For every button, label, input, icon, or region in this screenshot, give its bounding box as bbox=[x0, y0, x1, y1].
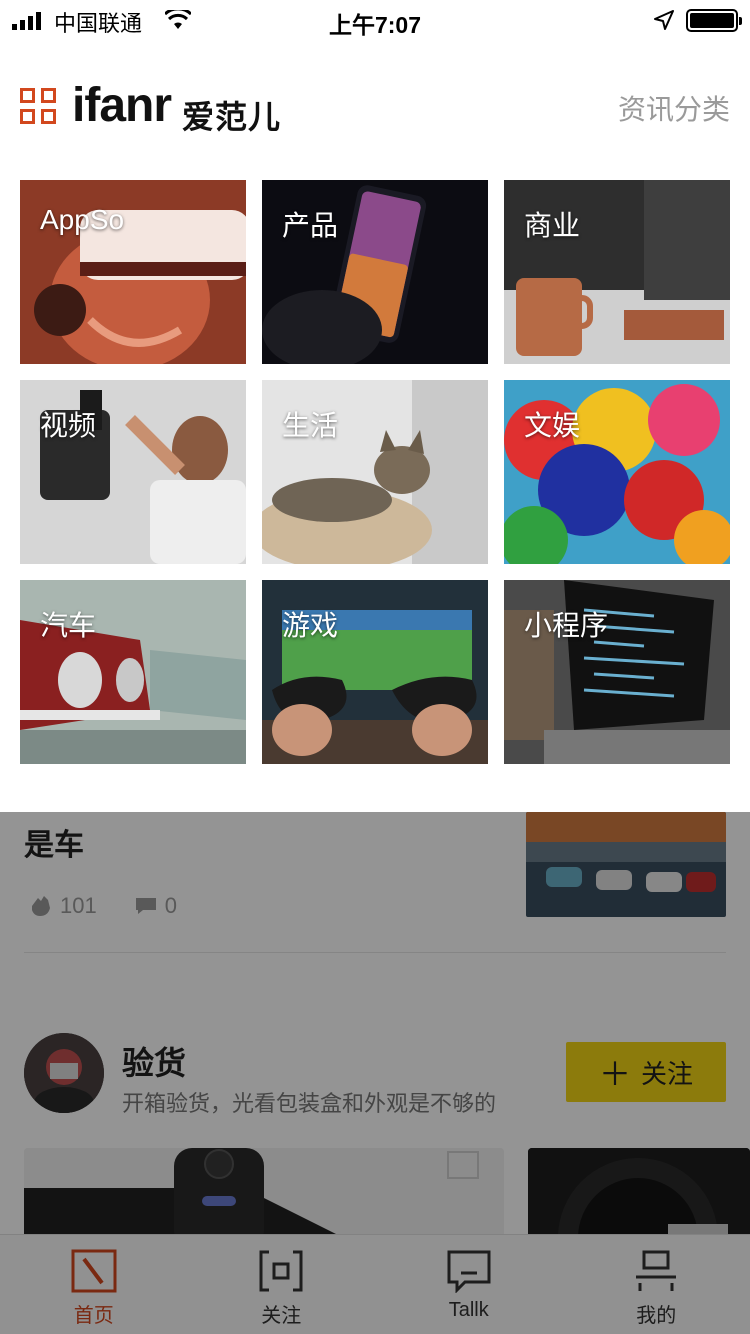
category-tile-appso[interactable]: AppSo bbox=[20, 180, 246, 364]
clock: 上午7:07 bbox=[328, 12, 422, 38]
logo-wordmark: ifanr bbox=[72, 79, 172, 132]
tile-label: 文娱 bbox=[524, 410, 581, 441]
tile-label: 商业 bbox=[524, 210, 581, 241]
status-bar: 中国联通 上午7:07 bbox=[0, 0, 750, 40]
tile-label: 视频 bbox=[40, 410, 97, 441]
tile-label: 生活 bbox=[282, 410, 339, 441]
category-tile-auto[interactable]: 汽车 bbox=[20, 580, 246, 764]
category-tile-miniprogram[interactable]: 小程序 bbox=[504, 580, 730, 764]
category-tile-entertainment[interactable]: 文娱 bbox=[504, 380, 730, 564]
category-tile-product[interactable]: 产品 bbox=[262, 180, 488, 364]
tile-label: 汽车 bbox=[40, 610, 97, 641]
category-tile-games[interactable]: 游戏 bbox=[262, 580, 488, 764]
tile-label: 小程序 bbox=[524, 610, 609, 641]
category-toggle-link[interactable]: 资讯分类 bbox=[618, 88, 730, 128]
location-arrow-icon bbox=[654, 10, 674, 30]
category-tile-life[interactable]: 生活 bbox=[262, 380, 488, 564]
category-sheet: ifanr 爱范儿 资讯分类 AppSo 产品 商业 视频 生活 文娱 汽车 游… bbox=[0, 40, 750, 812]
category-grid: AppSo 产品 商业 视频 生活 文娱 汽车 游戏 小程序 bbox=[20, 180, 730, 764]
tile-label: 游戏 bbox=[282, 610, 339, 641]
tile-label: AppSo bbox=[40, 204, 125, 235]
dim-overlay[interactable] bbox=[0, 812, 750, 1334]
logo-cn-wordmark: 爱范儿 bbox=[182, 99, 282, 135]
category-tile-video[interactable]: 视频 bbox=[20, 380, 246, 564]
battery-icon bbox=[686, 9, 742, 32]
category-tile-business[interactable]: 商业 bbox=[504, 180, 730, 364]
tile-label: 产品 bbox=[282, 210, 339, 241]
ifanr-logo-icon bbox=[20, 88, 58, 126]
